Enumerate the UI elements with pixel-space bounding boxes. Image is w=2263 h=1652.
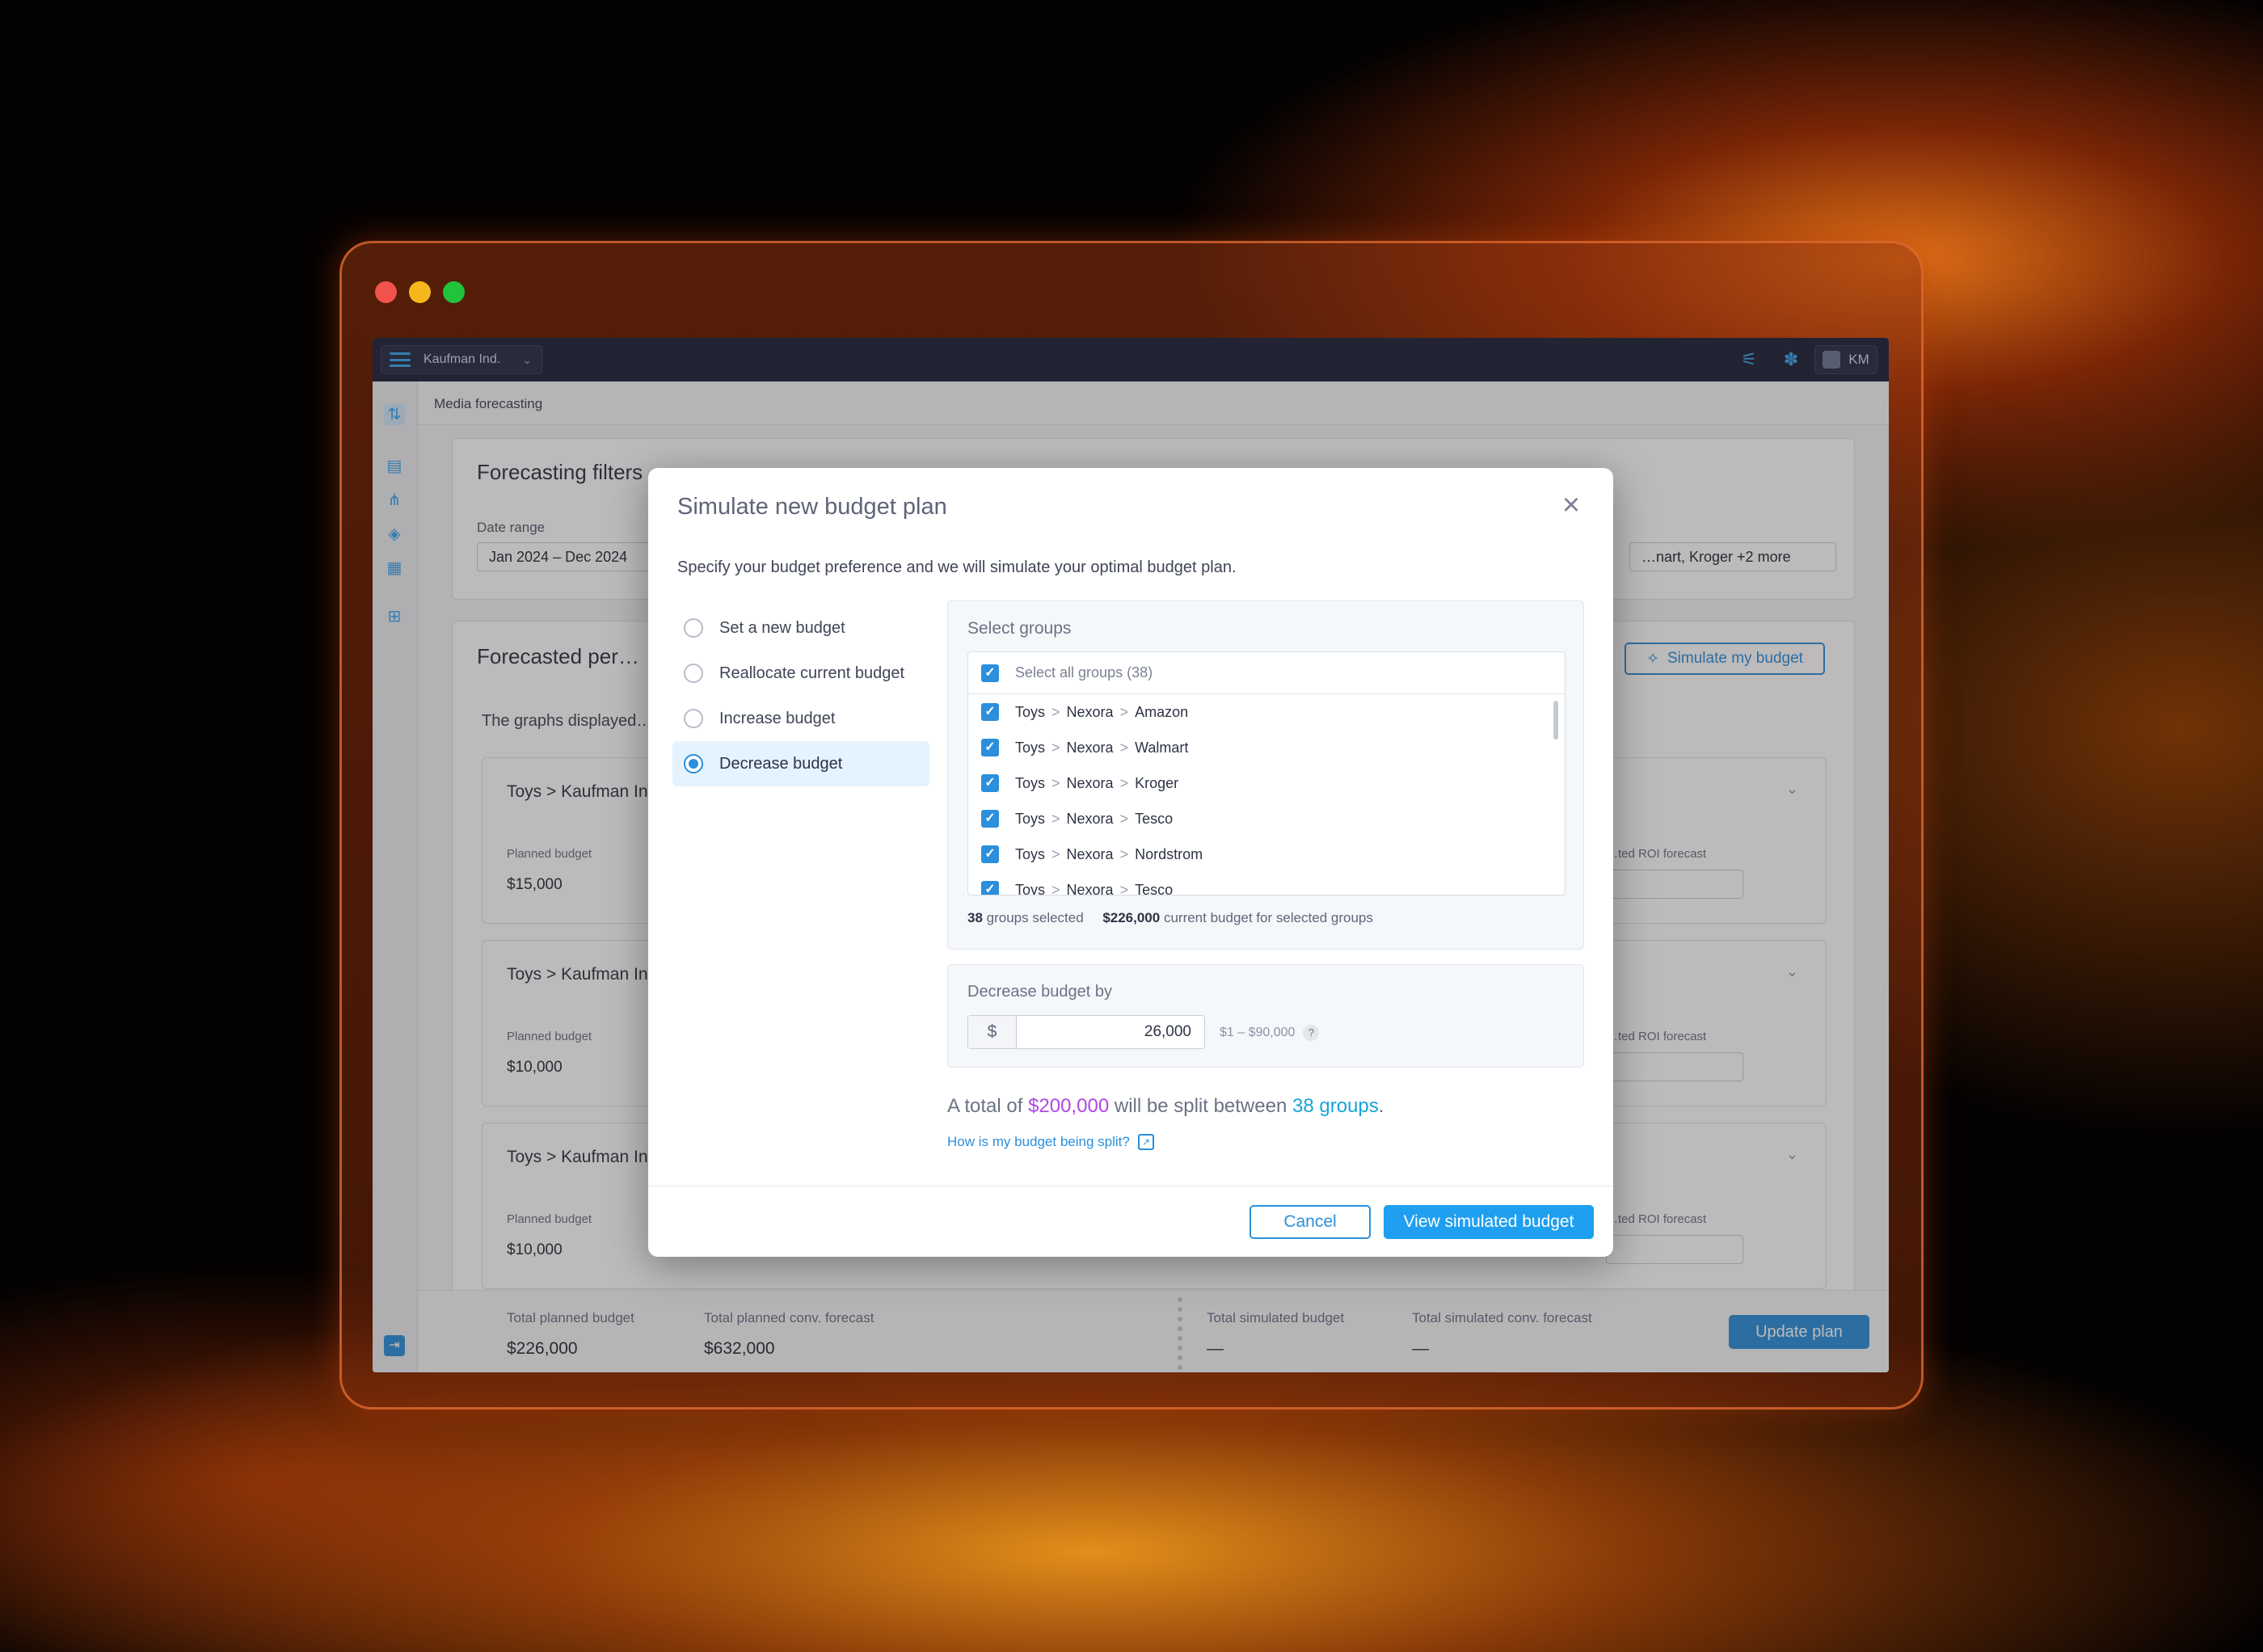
help-link-text: How is my budget being split? <box>947 1134 1130 1149</box>
separator: > <box>1119 845 1129 862</box>
group-retailer: Amazon <box>1135 703 1189 720</box>
summary-prefix: A total of <box>947 1095 1023 1117</box>
checkbox-checked[interactable]: ✓ <box>981 774 999 792</box>
simulate-budget-modal: Simulate new budget plan × Specify your … <box>648 468 1613 1257</box>
group-row[interactable]: ✓ Toys > Nexora > Tesco <box>968 872 1550 896</box>
separator: > <box>1051 739 1060 756</box>
budget-summary-line: A total of $200,000 will be split betwee… <box>947 1095 1384 1118</box>
group-row[interactable]: ✓ Toys > Nexora > Amazon <box>968 694 1550 730</box>
window-maximize-dot[interactable] <box>443 281 465 303</box>
select-all-groups[interactable]: ✓ Select all groups (38) <box>968 652 1565 694</box>
separator: > <box>1051 774 1060 791</box>
group-category: Toys <box>1015 881 1046 896</box>
current-budget-suffix: current budget for selected groups <box>1163 910 1373 925</box>
select-all-label: Select all groups (38) <box>1015 664 1153 681</box>
group-row[interactable]: ✓ Toys > Nexora > Nordstrom <box>968 837 1550 872</box>
summary-suffix: . <box>1378 1095 1384 1117</box>
option-set-new-budget[interactable]: Set a new budget <box>672 605 929 651</box>
decrease-range: $1 – $90,000 ? <box>1220 1025 1320 1041</box>
decrease-budget-panel: Decrease budget by $ 26,000 $1 – $90,000… <box>947 964 1584 1068</box>
select-groups-panel: Select groups ✓ Select all groups (38) ✓… <box>947 601 1584 950</box>
external-link-icon: ↗ <box>1137 1134 1154 1150</box>
group-category: Toys <box>1015 774 1046 791</box>
option-label: Increase budget <box>719 709 836 727</box>
separator: > <box>1119 881 1129 896</box>
group-list[interactable]: ✓ Select all groups (38) ✓ Toys > Nexora >… <box>967 651 1566 896</box>
group-brand: Nexora <box>1066 703 1114 720</box>
modal-title: Simulate new budget plan <box>677 494 947 520</box>
option-increase-budget[interactable]: Increase budget <box>672 696 929 741</box>
cancel-button[interactable]: Cancel <box>1249 1205 1371 1239</box>
group-category: Toys <box>1015 810 1046 827</box>
summary-middle: will be split between <box>1114 1095 1287 1117</box>
group-brand: Nexora <box>1066 881 1114 896</box>
checkbox-checked[interactable]: ✓ <box>981 810 999 828</box>
decrease-amount-input[interactable]: $ 26,000 <box>967 1015 1205 1049</box>
selected-count-suffix: groups selected <box>986 910 1084 925</box>
separator: > <box>1119 810 1129 827</box>
summary-amount: $200,000 <box>1028 1095 1110 1117</box>
budget-split-help-link[interactable]: How is my budget being split? ↗ <box>947 1134 1154 1150</box>
group-retailer: Kroger <box>1135 774 1179 791</box>
group-brand: Nexora <box>1066 739 1114 756</box>
checkbox-checked[interactable]: ✓ <box>981 664 999 682</box>
separator: > <box>1051 703 1060 720</box>
close-icon[interactable]: × <box>1555 489 1587 521</box>
option-label: Set a new budget <box>719 618 845 637</box>
group-brand: Nexora <box>1066 845 1114 862</box>
separator: > <box>1051 881 1060 896</box>
window-close-dot[interactable] <box>375 281 397 303</box>
group-brand: Nexora <box>1066 810 1114 827</box>
help-icon[interactable]: ? <box>1303 1025 1320 1041</box>
separator: > <box>1119 774 1129 791</box>
decrease-range-text: $1 – $90,000 <box>1220 1026 1296 1039</box>
select-groups-title: Select groups <box>967 619 1072 638</box>
decrease-amount-value[interactable]: 26,000 <box>1017 1016 1204 1048</box>
separator: > <box>1051 845 1060 862</box>
view-simulated-budget-button[interactable]: View simulated budget <box>1384 1205 1594 1239</box>
group-retailer: Walmart <box>1135 739 1189 756</box>
group-category: Toys <box>1015 703 1046 720</box>
group-row[interactable]: ✓ Toys > Nexora > Kroger <box>968 765 1550 801</box>
group-retailer: Nordstrom <box>1135 845 1203 862</box>
group-row[interactable]: ✓ Toys > Nexora > Walmart <box>968 730 1550 765</box>
separator: > <box>1051 810 1060 827</box>
group-category: Toys <box>1015 845 1046 862</box>
option-reallocate-budget[interactable]: Reallocate current budget <box>672 651 929 696</box>
radio-button[interactable] <box>684 709 703 728</box>
group-category: Toys <box>1015 739 1046 756</box>
radio-button[interactable] <box>684 664 703 683</box>
decrease-budget-title: Decrease budget by <box>967 983 1113 1001</box>
checkbox-checked[interactable]: ✓ <box>981 739 999 756</box>
radio-button[interactable] <box>684 618 703 638</box>
group-brand: Nexora <box>1066 774 1114 791</box>
window-minimize-dot[interactable] <box>409 281 431 303</box>
checkbox-checked[interactable]: ✓ <box>981 881 999 895</box>
selected-count: 38 <box>967 910 983 925</box>
group-retailer: Tesco <box>1135 810 1174 827</box>
checkbox-checked[interactable]: ✓ <box>981 703 999 721</box>
option-label: Reallocate current budget <box>719 664 905 682</box>
checkbox-checked[interactable]: ✓ <box>981 845 999 863</box>
separator: > <box>1119 703 1129 720</box>
modal-description: Specify your budget preference and we wi… <box>677 558 1237 576</box>
option-decrease-budget[interactable]: Decrease budget <box>672 741 929 786</box>
separator: > <box>1119 739 1129 756</box>
summary-groups: 38 groups <box>1292 1095 1379 1117</box>
option-label: Decrease budget <box>719 754 843 773</box>
list-scrollbar[interactable] <box>1553 701 1558 740</box>
group-row[interactable]: ✓ Toys > Nexora > Tesco <box>968 801 1550 837</box>
group-retailer: Tesco <box>1135 881 1174 896</box>
current-budget: $226,000 <box>1102 910 1161 925</box>
currency-prefix: $ <box>968 1016 1017 1048</box>
selection-summary: 38 groups selected $226,000 current budg… <box>967 910 1373 926</box>
radio-button-selected[interactable] <box>684 754 703 773</box>
